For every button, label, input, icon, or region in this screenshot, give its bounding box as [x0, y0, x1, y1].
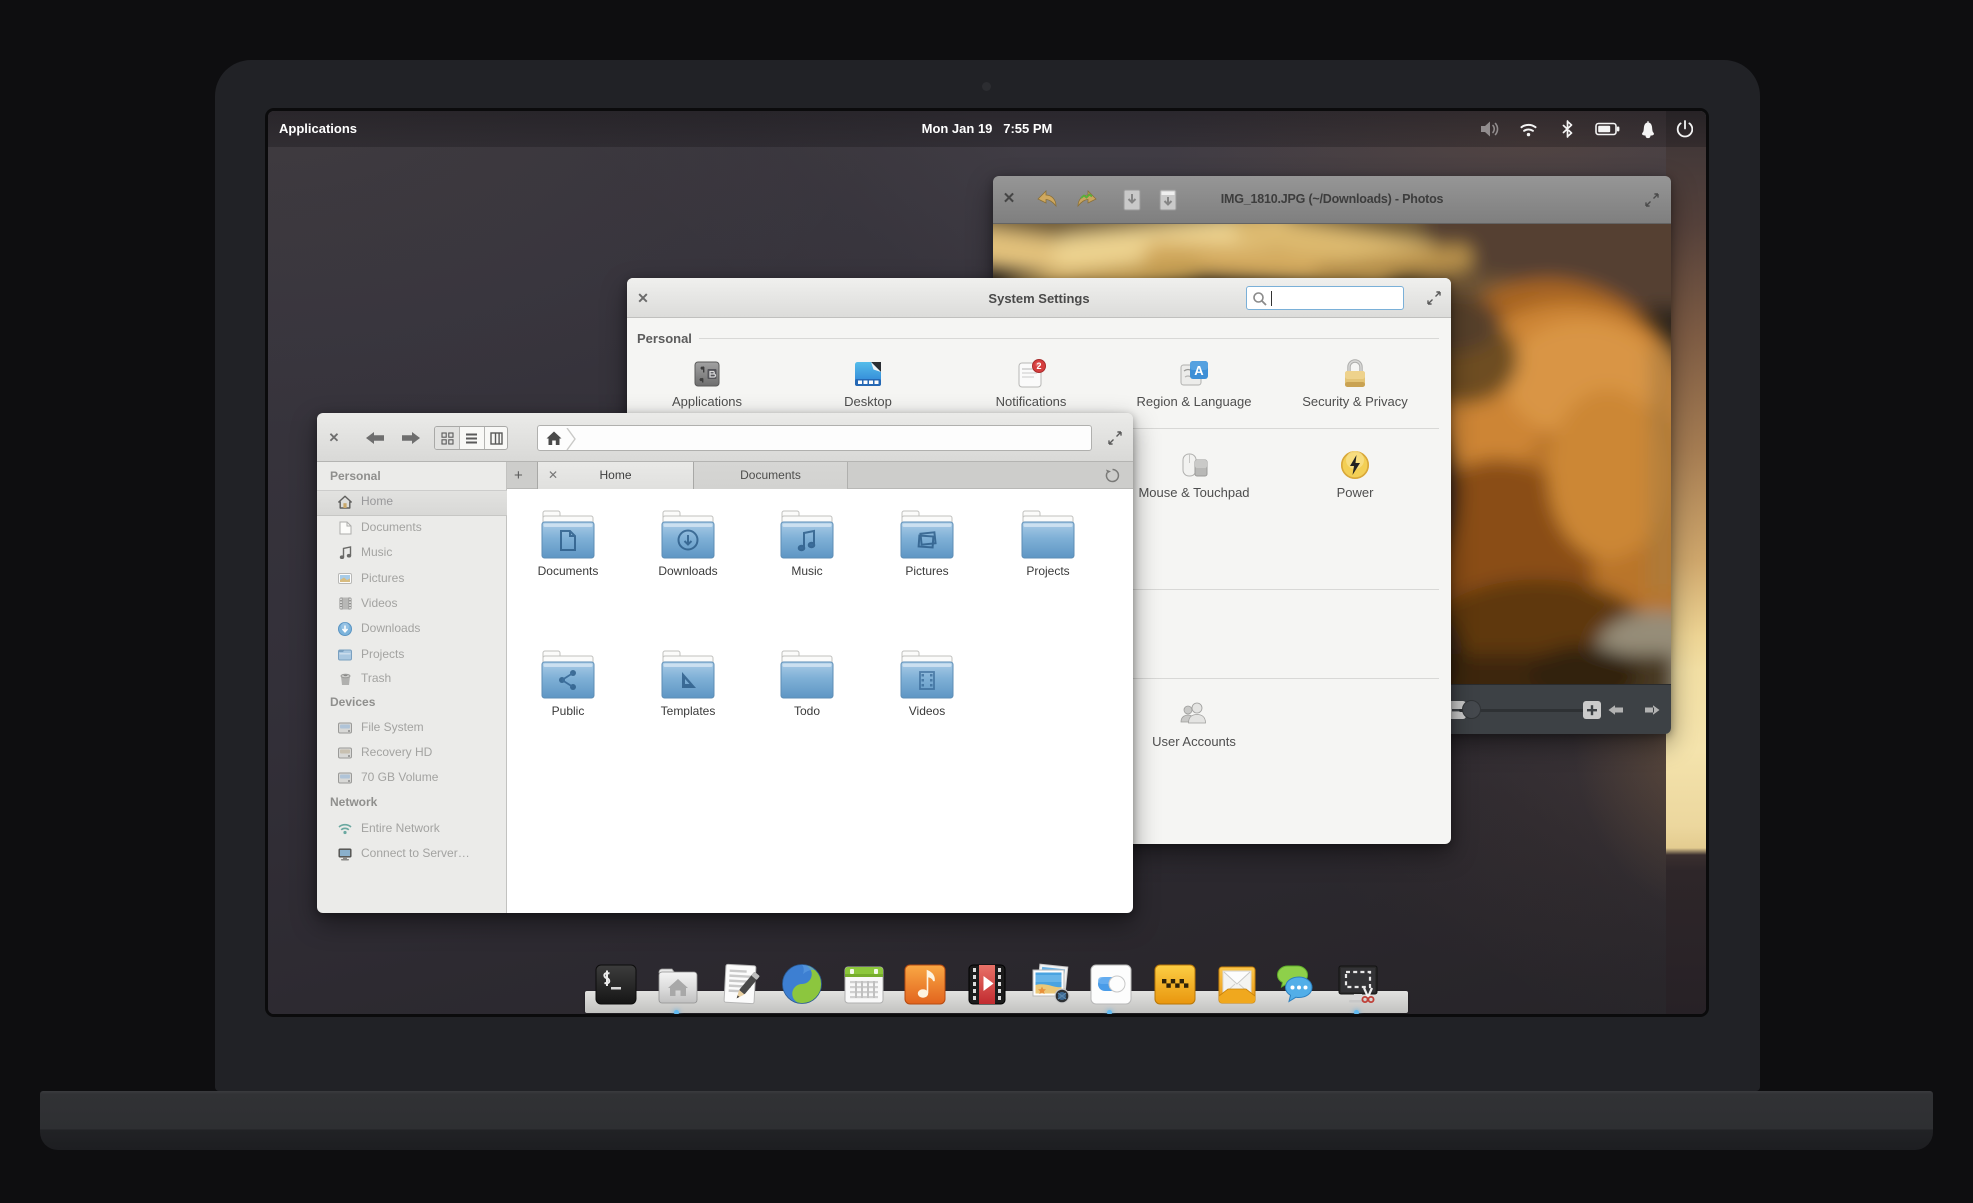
svg-text:2: 2 [1036, 361, 1041, 371]
svg-text:A: A [1194, 363, 1204, 378]
